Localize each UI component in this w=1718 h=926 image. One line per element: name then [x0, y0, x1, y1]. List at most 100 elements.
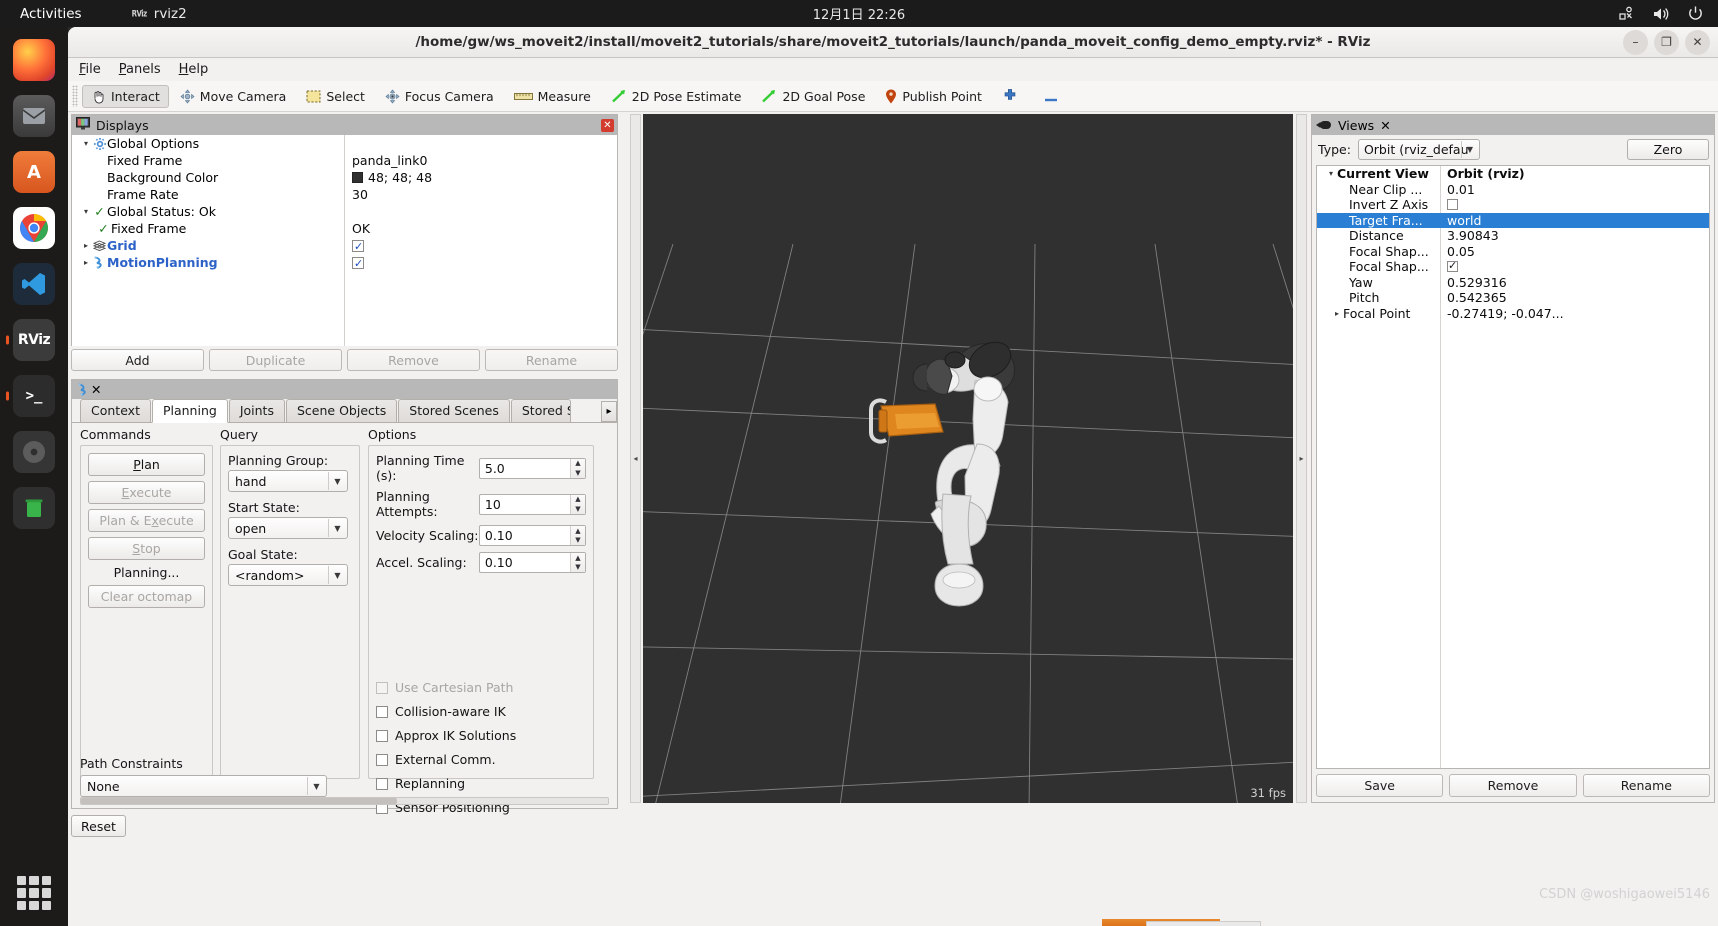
motion-planning-header[interactable]: ✕: [72, 380, 617, 399]
tool-2d-pose-estimate[interactable]: 2D Pose Estimate: [602, 85, 751, 108]
view-value[interactable]: world: [1440, 213, 1481, 229]
remove-button[interactable]: Remove: [347, 349, 480, 371]
stepper-arrows[interactable]: ▲ ▼: [570, 553, 585, 572]
chevron-down-icon[interactable]: ▼: [307, 777, 325, 795]
tree-value[interactable]: 30: [344, 186, 368, 203]
plan-button[interactable]: Plan: [88, 453, 205, 476]
close-icon[interactable]: ✕: [601, 118, 614, 132]
views-rename-button[interactable]: Rename: [1582, 774, 1710, 797]
accel-scaling-stepper[interactable]: 0.10 ▲ ▼: [478, 552, 586, 573]
chevron-right-icon[interactable]: ▸: [80, 254, 92, 271]
volume-icon[interactable]: [1652, 6, 1670, 22]
duplicate-button[interactable]: Duplicate: [209, 349, 342, 371]
save-button[interactable]: Save: [1316, 774, 1444, 797]
focal-shape-fixed-checkbox[interactable]: [1447, 258, 1458, 274]
tab-planning[interactable]: Planning: [151, 399, 228, 423]
tool-focus-camera[interactable]: Focus Camera: [376, 85, 503, 108]
view-value[interactable]: -0.27419; -0.047...: [1440, 306, 1564, 322]
grid-enabled-checkbox[interactable]: [352, 238, 364, 255]
reset-button[interactable]: Reset: [71, 815, 126, 837]
dock-item-thunderbird[interactable]: [13, 95, 55, 137]
tab-context[interactable]: Context: [80, 399, 151, 422]
power-icon[interactable]: [1687, 5, 1704, 22]
chevron-down-icon[interactable]: ▼: [328, 472, 346, 490]
clear-octomap-button[interactable]: Clear octomap: [88, 585, 205, 608]
close-icon[interactable]: ✕: [1380, 118, 1390, 133]
view-type-select[interactable]: Orbit (rviz_defau ▼: [1357, 139, 1480, 160]
replanning-row[interactable]: Replanning: [376, 776, 586, 791]
dock-item-terminal[interactable]: >_: [13, 375, 55, 417]
menu-file[interactable]: File: [79, 62, 101, 77]
chevron-down-icon[interactable]: ▾: [80, 203, 92, 220]
view-row-yaw[interactable]: Yaw 0.529316: [1317, 275, 1709, 291]
view-value-checkbox[interactable]: [1440, 258, 1458, 274]
tree-value-checkbox[interactable]: [344, 238, 364, 255]
tool-interact[interactable]: Interact: [82, 84, 169, 108]
tool-add-tool[interactable]: [993, 84, 1032, 108]
horizontal-scrollbar[interactable]: [80, 797, 609, 805]
approx-ik-solutions-row[interactable]: Approx IK Solutions: [376, 728, 586, 743]
clock[interactable]: 12月1日 22:26: [813, 4, 905, 23]
maximize-button[interactable]: ❐: [1654, 29, 1679, 55]
dock-item-rviz[interactable]: RViz: [13, 319, 55, 361]
tool-2d-goal-pose[interactable]: 2D Goal Pose: [752, 85, 874, 108]
velocity-scaling-stepper[interactable]: 0.10 ▲ ▼: [478, 525, 586, 546]
replanning-checkbox[interactable]: [376, 777, 388, 790]
activities-button[interactable]: Activities: [20, 6, 82, 22]
dock-item-chrome[interactable]: [13, 207, 55, 249]
tab-stored-scenes[interactable]: Stored Scenes: [398, 399, 510, 422]
plan-and-execute-button[interactable]: Plan & Execute: [88, 509, 205, 532]
use-cartesian-path-checkbox[interactable]: [376, 681, 388, 694]
dock-item-firefox[interactable]: [13, 39, 55, 81]
view-row-near-clip[interactable]: Near Clip ... 0.01: [1317, 182, 1709, 198]
accessibility-icon[interactable]: [1618, 5, 1635, 22]
rename-button[interactable]: Rename: [485, 349, 618, 371]
external-comm-checkbox[interactable]: [376, 753, 388, 766]
view-row-focal-shape-size[interactable]: Focal Shap... 0.05: [1317, 244, 1709, 260]
chevron-right-icon[interactable]: ▸: [1331, 306, 1343, 322]
tree-value[interactable]: panda_link0: [344, 152, 427, 169]
chevron-down-icon[interactable]: ▼: [328, 566, 346, 584]
goal-state-select[interactable]: <random> ▼: [228, 564, 348, 586]
external-comm-row[interactable]: External Comm.: [376, 752, 586, 767]
use-cartesian-path-row[interactable]: Use Cartesian Path: [376, 680, 586, 695]
chevron-down-icon[interactable]: ▼: [1460, 141, 1478, 158]
active-app-indicator[interactable]: RViz rviz2: [132, 6, 187, 22]
dock-item-disc[interactable]: [13, 431, 55, 473]
start-state-select[interactable]: open ▼: [228, 517, 348, 539]
view-row-target-frame[interactable]: Target Fra... world: [1317, 212, 1709, 229]
view-row-invert-z-axis[interactable]: Invert Z Axis: [1317, 197, 1709, 213]
execute-button[interactable]: Execute: [88, 481, 205, 504]
tab-stored-states[interactable]: Stored Sta: [510, 399, 571, 422]
render-viewport[interactable]: 31 fps: [643, 114, 1293, 803]
stepper-arrows[interactable]: ▲ ▼: [570, 458, 585, 478]
view-value[interactable]: 0.01: [1440, 182, 1475, 198]
tool-publish-point[interactable]: Publish Point: [876, 85, 991, 108]
close-icon[interactable]: ✕: [91, 382, 101, 397]
tab-scene-objects[interactable]: Scene Objects: [285, 399, 398, 422]
toolbar-grip[interactable]: [72, 85, 78, 107]
show-applications-button[interactable]: [17, 876, 51, 910]
stop-button[interactable]: Stop: [88, 537, 205, 560]
stepper-arrows[interactable]: ▲ ▼: [570, 494, 585, 514]
dock-item-ubuntu-software[interactable]: A: [13, 151, 55, 193]
view-row-current-view[interactable]: ▾ Current View Orbit (rviz): [1317, 166, 1709, 182]
views-property-tree[interactable]: ▾ Current View Orbit (rviz) Near Clip ..…: [1316, 165, 1710, 769]
planning-attempts-stepper[interactable]: 10 ▲ ▼: [478, 493, 586, 515]
invert-z-axis-checkbox[interactable]: [1447, 199, 1458, 211]
tree-value-checkbox[interactable]: [344, 255, 364, 272]
chevron-down-icon[interactable]: ▾: [1325, 166, 1337, 182]
dock-item-vscode[interactable]: [13, 263, 55, 305]
view-value[interactable]: 0.529316: [1440, 275, 1507, 291]
right-panel-collapse-handle[interactable]: ▸: [1296, 114, 1307, 803]
approx-ik-solutions-checkbox[interactable]: [376, 729, 388, 742]
chevron-down-icon[interactable]: ▼: [328, 519, 346, 537]
tool-measure[interactable]: Measure: [505, 85, 600, 108]
view-row-distance[interactable]: Distance 3.90843: [1317, 228, 1709, 244]
view-value[interactable]: 0.05: [1440, 244, 1475, 260]
tree-value-color[interactable]: 48; 48; 48: [344, 169, 432, 186]
path-constraints-select[interactable]: None ▼: [80, 775, 327, 797]
views-panel-header[interactable]: Views ✕: [1312, 115, 1714, 135]
tab-joints[interactable]: Joints: [228, 399, 285, 422]
tool-select[interactable]: Select: [297, 85, 374, 108]
